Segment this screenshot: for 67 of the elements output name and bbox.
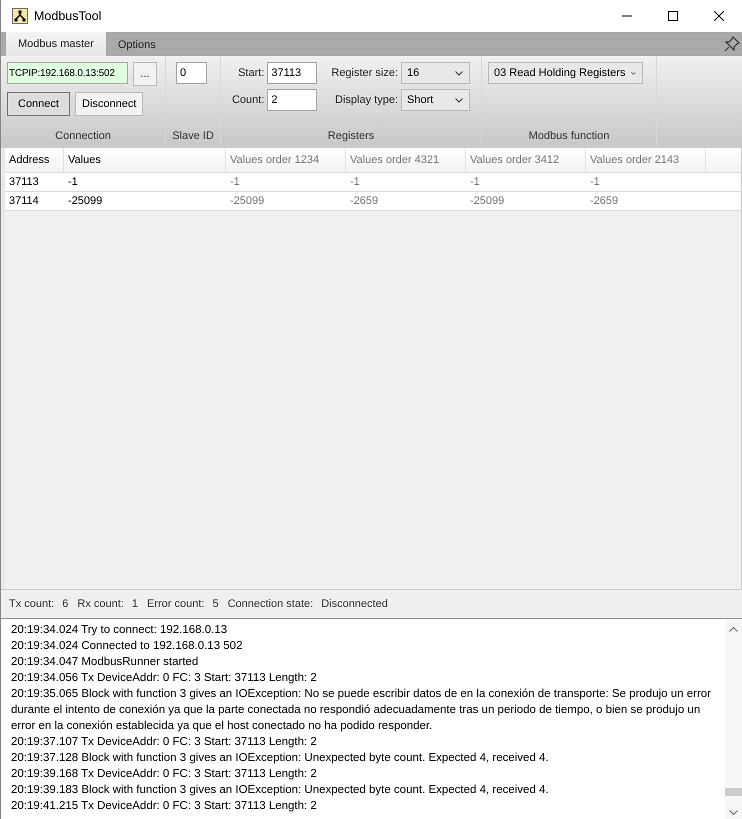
group-label: Slave ID: [172, 130, 214, 142]
group-label: Modbus function: [528, 130, 610, 142]
field-label: Display type:: [334, 94, 398, 106]
table-cell-text: -2659: [589, 194, 620, 209]
column-header[interactable]: Values: [64, 148, 226, 172]
table-cell-text: -25099: [469, 194, 506, 209]
log-line: 20:19:34.056 Tx DeviceAddr: 0 FC: 3 Start: 37113 Length: 2: [11, 671, 318, 686]
button[interactable]: Connect: [7, 92, 70, 116]
log-line: 20:19:39.183 Block with function 3 gives an IOException: Unexpected byte count. Expected 4, received 4.: [11, 783, 550, 798]
pin-icon[interactable]: [724, 36, 740, 52]
table-cell-text: -1: [469, 175, 481, 190]
field-label: Count:: [230, 94, 264, 106]
log-line: 20:19:35.065 Block with function 3 gives an IOException: No se puede escribir datos de en la conexión de transporte: Se produjo un error durante el intento de conexión ya que la parte conectada no respondió adecuadamente tras un periodo de tiempo, o bien se produjo un error en la conexión establecida ya que el host conectado no ha podido responder.: [11, 687, 712, 734]
status-value: Disconnected: [321, 598, 388, 610]
browse-button[interactable]: ...: [133, 62, 157, 86]
maximize-icon: [668, 11, 678, 21]
status-label: Rx count:: [77, 598, 124, 610]
column-header[interactable]: Values order 1234: [226, 148, 346, 172]
status-label: Error count:: [146, 598, 204, 610]
group-label: Connection: [54, 130, 112, 142]
log-line: 20:19:39.168 Tx DeviceAddr: 0 FC: 3 Start: 37113 Length: 2: [11, 767, 318, 782]
chevron-down-icon: [631, 70, 636, 76]
input-field[interactable]: 37113: [267, 62, 318, 84]
status-value: 6: [62, 598, 68, 610]
status-label: Connection state:: [228, 598, 314, 610]
log-line: 20:19:37.128 Block with function 3 gives an IOException: Unexpected byte count. Expected 4, received 4.: [11, 751, 550, 766]
log-line: 20:19:34.024 Try to connect: 192.168.0.13: [11, 623, 228, 638]
chevron-down-icon: [455, 98, 464, 102]
dropdown[interactable]: 03 Read Holding Registers: [488, 62, 643, 84]
status-value: 5: [212, 598, 219, 610]
table-cell-text: 37114: [8, 194, 40, 209]
log-line: 20:19:41.215 Tx DeviceAddr: 0 FC: 3 Start: 37113 Length: 2: [11, 799, 318, 814]
table-cell-text: -2659: [349, 194, 380, 209]
input-field[interactable]: TCPIP:192.168.0.13:502: [7, 62, 128, 84]
group-label: Registers: [326, 130, 376, 142]
input-field[interactable]: 0: [176, 62, 207, 84]
column-header[interactable]: Address: [5, 148, 64, 172]
log-line: 20:19:34.047 ModbusRunner started: [11, 655, 200, 670]
column-header[interactable]: Values order 3412: [466, 148, 586, 172]
table-cell-text: 37113: [8, 175, 40, 190]
status-label: Tx count:: [9, 598, 54, 610]
table-cell-text: -25099: [229, 194, 266, 209]
scrollbar[interactable]: [725, 619, 742, 819]
field-label: Register size:: [330, 67, 398, 79]
tab[interactable]: Options: [106, 34, 168, 56]
log-line: 20:19:34.024 Connected to 192.168.0.13 502: [11, 639, 244, 654]
input-field[interactable]: 2: [267, 89, 318, 111]
table-cell-text: -25099: [67, 194, 104, 209]
column-header[interactable]: Values order 4321: [346, 148, 466, 172]
window-title: ModbusTool: [34, 9, 102, 23]
button[interactable]: Disconnect: [75, 92, 144, 116]
field-label: Start:: [237, 67, 264, 79]
chevron-up-icon[interactable]: [729, 627, 738, 632]
close-icon: [714, 11, 724, 21]
table-cell-text: -1: [349, 175, 361, 190]
tab[interactable]: Modbus master: [6, 32, 106, 56]
scrollbar-thumb[interactable]: [725, 788, 742, 796]
dropdown[interactable]: 16: [401, 62, 470, 84]
table-cell-text: -1: [589, 175, 601, 190]
table-cell-text: -1: [67, 175, 79, 190]
status-value: 1: [132, 598, 138, 610]
column-header[interactable]: Values order 2143: [586, 148, 706, 172]
log-line: 20:19:37.107 Tx DeviceAddr: 0 FC: 3 Start: 37113 Length: 2: [11, 735, 318, 750]
chevron-down-icon[interactable]: [729, 810, 738, 815]
chevron-down-icon: [455, 70, 464, 76]
table-cell-text: -1: [229, 175, 241, 190]
dropdown[interactable]: Short: [401, 89, 470, 111]
